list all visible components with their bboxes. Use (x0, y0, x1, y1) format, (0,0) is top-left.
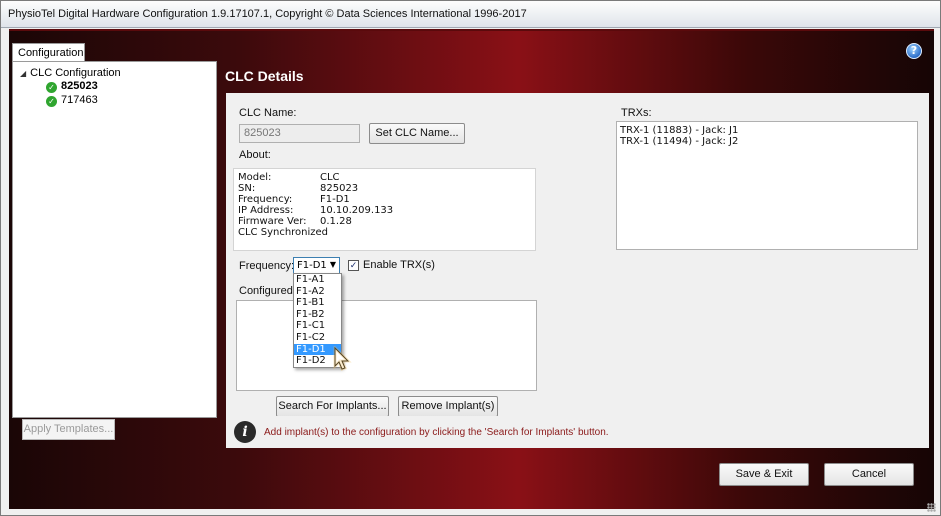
trxs-label: TRXs: (621, 107, 652, 119)
about-sync-status: CLC Synchronized (238, 227, 329, 238)
frequency-label: Frequency: (239, 260, 295, 272)
frequency-option[interactable]: F1-A1 (294, 274, 341, 286)
set-clc-name-button[interactable]: Set CLC Name... (369, 123, 465, 144)
frequency-option[interactable]: F1-B2 (294, 309, 341, 321)
page-title: CLC Details (225, 68, 304, 84)
about-model-label: Model: (238, 172, 272, 183)
app-window: PhysioTel Digital Hardware Configuration… (0, 0, 941, 516)
about-sn-value: 825023 (320, 183, 359, 194)
tree-item-label: 717463 (61, 94, 98, 106)
enable-trx-checkbox[interactable]: ✓ (348, 260, 359, 271)
clc-name-label: CLC Name: (239, 107, 297, 119)
apply-templates-button[interactable]: Apply Templates... (22, 419, 115, 440)
tree-item-label: 825023 (61, 80, 98, 92)
tree-root-label: CLC Configuration (30, 67, 121, 79)
resize-grip-icon[interactable] (927, 503, 936, 512)
info-icon: i (234, 421, 256, 443)
frequency-option[interactable]: F1-C2 (294, 332, 341, 344)
tree-root-clc-configuration[interactable]: ◢ CLC Configuration (20, 67, 121, 79)
mouse-cursor-icon (333, 346, 352, 371)
trx-item[interactable]: TRX-1 (11494) - Jack: J2 (620, 136, 738, 147)
about-frequency-value: F1-D1 (320, 194, 350, 205)
about-label: About: (239, 149, 271, 161)
frequency-option[interactable]: F1-A2 (294, 286, 341, 298)
configuration-tree: ◢ CLC Configuration ✓ 825023 ✓ 717463 (12, 61, 217, 418)
enable-trx-label: Enable TRX(s) (363, 259, 435, 271)
remove-implants-button[interactable]: Remove Implant(s) (398, 396, 498, 417)
check-icon: ✓ (46, 82, 57, 93)
window-title: PhysioTel Digital Hardware Configuration… (8, 8, 527, 20)
cancel-button[interactable]: Cancel (824, 463, 914, 486)
clc-details-panel: CLC Name: 825023 Set CLC Name... About: … (226, 93, 929, 447)
about-ip-value: 10.10.209.133 (320, 205, 394, 216)
about-firmware-label: Firmware Ver: (238, 216, 307, 227)
title-bar[interactable]: PhysioTel Digital Hardware Configuration… (1, 1, 940, 28)
about-frequency-label: Frequency: (238, 194, 293, 205)
info-message: Add implant(s) to the configuration by c… (264, 427, 609, 438)
frequency-option[interactable]: F1-C1 (294, 320, 341, 332)
info-bar: i Add implant(s) to the configuration by… (226, 416, 929, 448)
tree-item-717463[interactable]: ✓ 717463 (46, 94, 98, 107)
clc-name-field[interactable]: 825023 (239, 124, 360, 143)
expand-arrow-icon[interactable]: ◢ (20, 69, 26, 78)
help-icon[interactable]: ? (906, 43, 922, 59)
frequency-selected-value: F1-D1 (297, 260, 327, 271)
trx-list[interactable]: TRX-1 (11883) - Jack: J1 TRX-1 (11494) -… (616, 121, 918, 250)
about-firmware-value: 0.1.28 (320, 216, 352, 227)
tab-configuration[interactable]: Configuration (12, 43, 85, 62)
about-sn-label: SN: (238, 183, 256, 194)
about-ip-label: IP Address: (238, 205, 294, 216)
about-box: Model: CLC SN: 825023 Frequency: F1-D1 I… (233, 168, 536, 251)
frequency-option[interactable]: F1-B1 (294, 297, 341, 309)
trx-item[interactable]: TRX-1 (11883) - Jack: J1 (620, 125, 738, 136)
about-model-value: CLC (320, 172, 340, 183)
chevron-down-icon: ▼ (329, 260, 336, 269)
search-for-implants-button[interactable]: Search For Implants... (276, 396, 389, 417)
save-and-exit-button[interactable]: Save & Exit (719, 463, 809, 486)
check-icon: ✓ (46, 96, 57, 107)
tree-item-825023[interactable]: ✓ 825023 (46, 80, 98, 93)
configured-implants-list[interactable] (236, 300, 537, 391)
configured-implants-label: Configured I (239, 285, 299, 297)
